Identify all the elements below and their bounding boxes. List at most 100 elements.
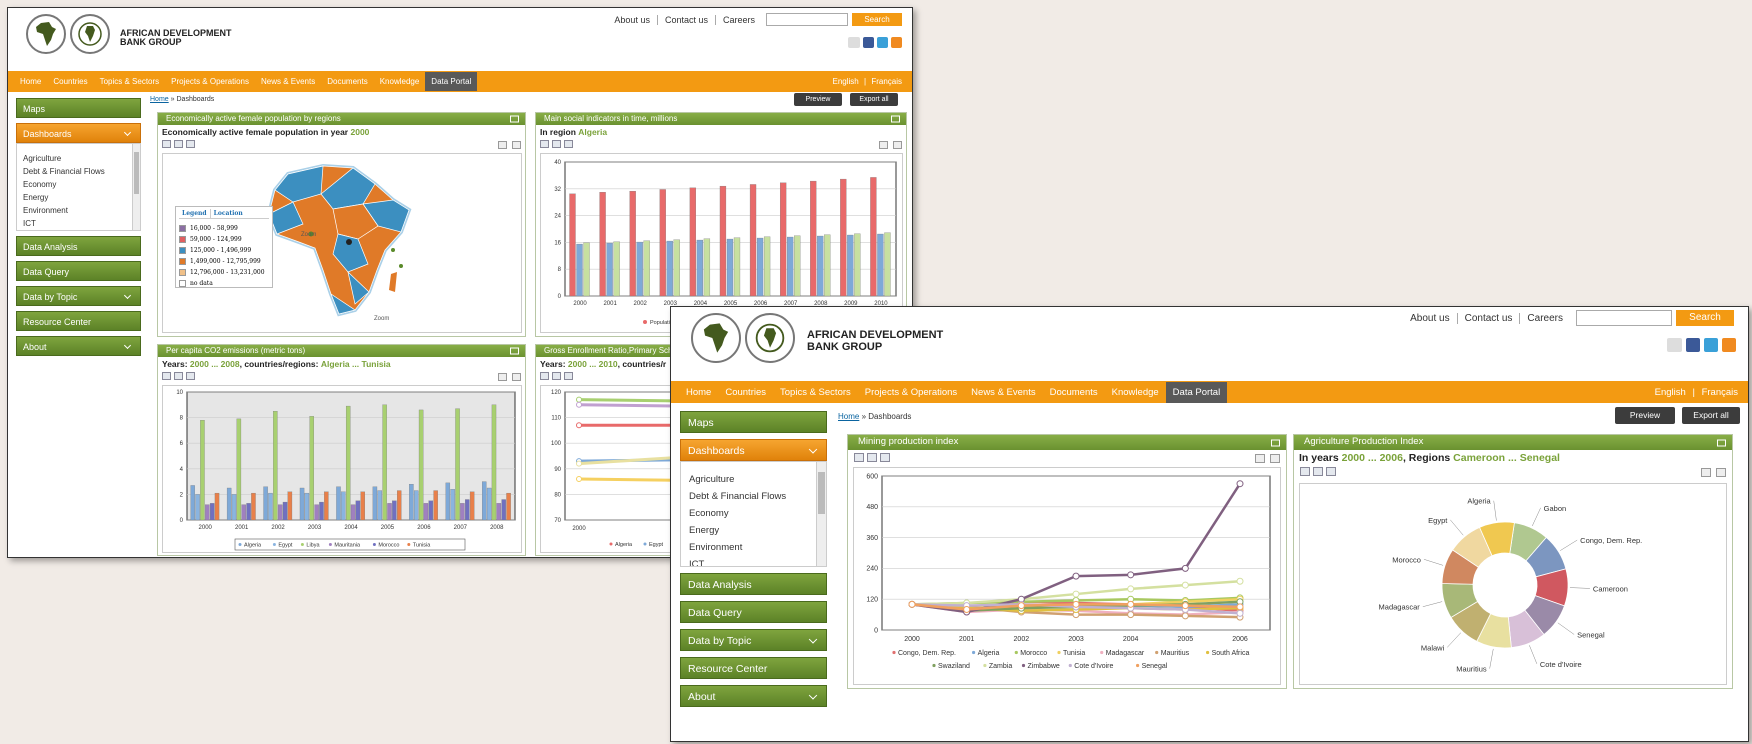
sidebar-data-by-topic[interactable]: Data by Topic — [680, 629, 827, 651]
excel-icon[interactable] — [174, 140, 183, 148]
nav-documents[interactable]: Documents — [321, 72, 373, 91]
pdf-icon[interactable] — [186, 140, 195, 148]
minimize-icon[interactable] — [1717, 439, 1726, 446]
rss-icon[interactable] — [1722, 338, 1736, 352]
print-icon[interactable] — [162, 372, 171, 380]
nav-home[interactable]: Home — [679, 382, 718, 403]
chart-view-icon[interactable] — [879, 141, 888, 149]
sidebar-data-analysis[interactable]: Data Analysis — [16, 236, 141, 256]
excel-icon[interactable] — [867, 453, 877, 462]
sidebar-data-by-topic[interactable]: Data by Topic — [16, 286, 141, 306]
nav-documents[interactable]: Documents — [1043, 382, 1105, 403]
email-icon[interactable] — [1667, 338, 1682, 352]
minimize-icon[interactable] — [1271, 439, 1280, 446]
table-view-icon[interactable] — [1716, 468, 1726, 477]
print-icon[interactable] — [162, 140, 171, 148]
list-item-environment[interactable]: Environment — [689, 542, 826, 559]
scrollbar[interactable] — [132, 144, 140, 230]
list-item-debt[interactable]: Debt & Financial Flows — [689, 491, 826, 508]
rss-icon[interactable] — [891, 37, 902, 48]
sidebar-maps[interactable]: Maps — [16, 98, 141, 118]
pdf-icon[interactable] — [880, 453, 890, 462]
nav-countries[interactable]: Countries — [718, 382, 773, 403]
nav-data-portal[interactable]: Data Portal — [1165, 381, 1228, 403]
export-all-button[interactable]: Export all — [1682, 407, 1740, 424]
sidebar-about[interactable]: About — [16, 336, 141, 356]
lang-english[interactable]: English — [1655, 387, 1686, 398]
facebook-icon[interactable] — [863, 37, 874, 48]
lang-english[interactable]: English — [833, 77, 859, 86]
sidebar-resource-center[interactable]: Resource Center — [680, 657, 827, 679]
excel-icon[interactable] — [1313, 467, 1323, 476]
pdf-icon[interactable] — [186, 372, 195, 380]
chart-view-icon[interactable] — [1701, 468, 1711, 477]
lang-francais[interactable]: Français — [1702, 387, 1738, 398]
list-item-economy[interactable]: Economy — [23, 180, 140, 193]
list-item-energy[interactable]: Energy — [689, 525, 826, 542]
nav-topics[interactable]: Topics & Sectors — [773, 382, 858, 403]
nav-projects[interactable]: Projects & Operations — [165, 72, 255, 91]
map-area[interactable]: Zoom Zoom Legend Location 16,000 - 58,99… — [162, 153, 522, 333]
legend-tab[interactable]: Legend — [179, 209, 211, 218]
nav-topics[interactable]: Topics & Sectors — [94, 72, 166, 91]
sidebar-dashboards[interactable]: Dashboards — [680, 439, 827, 461]
lang-francais[interactable]: Français — [871, 77, 902, 86]
table-view-icon[interactable] — [1270, 454, 1280, 463]
preview-button[interactable]: Preview — [1615, 407, 1675, 424]
search-input[interactable] — [1576, 310, 1672, 326]
minimize-icon[interactable] — [891, 115, 900, 123]
link-careers[interactable]: Careers — [1520, 313, 1570, 324]
location-tab[interactable]: Location — [211, 209, 246, 218]
preview-button[interactable]: Preview — [794, 93, 842, 106]
map-view-icon[interactable] — [498, 141, 507, 149]
excel-icon[interactable] — [552, 372, 561, 380]
sidebar-maps[interactable]: Maps — [680, 411, 827, 433]
minimize-icon[interactable] — [510, 347, 519, 355]
table-view-icon[interactable] — [893, 141, 902, 149]
twitter-icon[interactable] — [1704, 338, 1718, 352]
nav-home[interactable]: Home — [14, 72, 47, 91]
list-item-agriculture[interactable]: Agriculture — [689, 474, 826, 491]
list-item-ict[interactable]: ICT — [689, 559, 826, 566]
facebook-icon[interactable] — [1686, 338, 1700, 352]
email-icon[interactable] — [848, 37, 860, 48]
logo[interactable]: AFRICAN DEVELOPMENT BANK GROUP — [26, 14, 232, 54]
link-contact[interactable]: Contact us — [1458, 312, 1521, 324]
link-about[interactable]: About us — [1403, 312, 1458, 324]
nav-knowledge[interactable]: Knowledge — [1105, 382, 1166, 403]
search-button[interactable]: Search — [1676, 310, 1734, 326]
excel-icon[interactable] — [174, 372, 183, 380]
pdf-icon[interactable] — [1326, 467, 1336, 476]
export-all-button[interactable]: Export all — [850, 93, 898, 106]
list-item-debt[interactable]: Debt & Financial Flows — [23, 167, 140, 180]
sidebar-resource-center[interactable]: Resource Center — [16, 311, 141, 331]
print-icon[interactable] — [1300, 467, 1310, 476]
list-item-ict[interactable]: ICT — [23, 219, 140, 230]
breadcrumb-home[interactable]: Home — [150, 96, 169, 103]
search-button[interactable]: Search — [852, 13, 902, 26]
list-item-economy[interactable]: Economy — [689, 508, 826, 525]
table-view-icon[interactable] — [512, 373, 521, 381]
sidebar-data-query[interactable]: Data Query — [16, 261, 141, 281]
link-about[interactable]: About us — [607, 14, 658, 25]
pdf-icon[interactable] — [564, 372, 573, 380]
breadcrumb-home[interactable]: Home — [838, 412, 859, 421]
sidebar-about[interactable]: About — [680, 685, 827, 707]
link-careers[interactable]: Careers — [716, 15, 762, 25]
list-item-environment[interactable]: Environment — [23, 206, 140, 219]
nav-data-portal[interactable]: Data Portal — [425, 72, 478, 91]
excel-icon[interactable] — [552, 140, 561, 148]
chart-view-icon[interactable] — [498, 373, 507, 381]
minimize-icon[interactable] — [510, 115, 519, 123]
pdf-icon[interactable] — [564, 140, 573, 148]
nav-news[interactable]: News & Events — [255, 72, 321, 91]
logo[interactable]: AFRICAN DEVELOPMENT BANK GROUP — [691, 313, 943, 363]
twitter-icon[interactable] — [877, 37, 888, 48]
link-contact[interactable]: Contact us — [658, 14, 716, 25]
print-icon[interactable] — [540, 140, 549, 148]
table-view-icon[interactable] — [512, 141, 521, 149]
search-input[interactable] — [766, 13, 848, 26]
sidebar-data-query[interactable]: Data Query — [680, 601, 827, 623]
nav-knowledge[interactable]: Knowledge — [374, 72, 426, 91]
sidebar-data-analysis[interactable]: Data Analysis — [680, 573, 827, 595]
